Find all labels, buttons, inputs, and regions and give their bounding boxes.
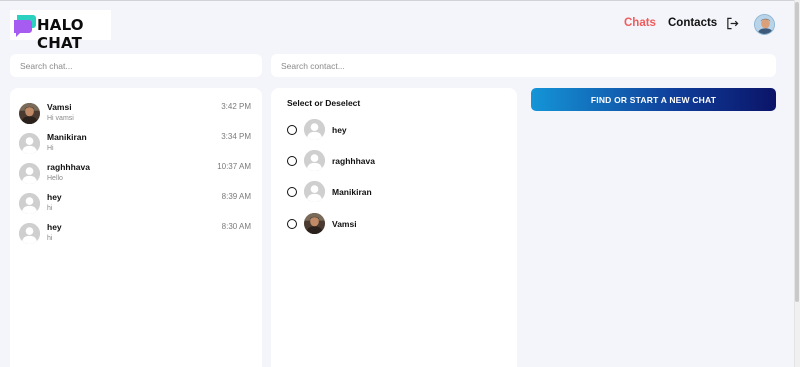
nav-contacts-link[interactable]: Contacts bbox=[668, 17, 717, 29]
chat-last-message: Hi vamsi bbox=[47, 115, 74, 122]
app-logo[interactable]: HALO CHAT bbox=[10, 10, 111, 52]
nav-chats-link[interactable]: Chats bbox=[624, 17, 656, 29]
new-chat-button[interactable]: FIND OR START A NEW CHAT bbox=[531, 88, 776, 111]
chat-item-hey-1[interactable]: hey hi 8:39 AM bbox=[10, 188, 262, 218]
contact-row-hey[interactable]: hey bbox=[271, 117, 517, 143]
contact-select-panel: Select or Deselect hey raghhhava Manikir… bbox=[271, 88, 517, 367]
select-radio[interactable] bbox=[287, 187, 297, 197]
scrollbar-thumb[interactable] bbox=[795, 2, 799, 302]
avatar bbox=[304, 213, 325, 234]
avatar bbox=[304, 119, 325, 140]
contact-name: hey bbox=[332, 125, 347, 135]
logout-icon[interactable] bbox=[726, 17, 739, 30]
select-radio[interactable] bbox=[287, 219, 297, 229]
chat-last-message: Hi bbox=[47, 145, 54, 152]
avatar bbox=[19, 163, 40, 184]
contact-row-raghhhava[interactable]: raghhhava bbox=[271, 148, 517, 174]
select-radio[interactable] bbox=[287, 156, 297, 166]
header: HALO CHAT Chats Contacts bbox=[0, 0, 794, 52]
chat-item-raghhhava[interactable]: raghhhava Hello 10:37 AM bbox=[10, 158, 262, 188]
user-avatar-image bbox=[755, 15, 774, 34]
chat-list-panel: Vamsi Hi vamsi 3:42 PM Manikiran Hi 3:34… bbox=[10, 88, 262, 367]
chat-time: 8:30 AM bbox=[221, 222, 251, 231]
search-contact-input[interactable] bbox=[271, 54, 776, 77]
select-panel-title: Select or Deselect bbox=[287, 98, 361, 108]
avatar bbox=[19, 103, 40, 124]
chat-time: 3:34 PM bbox=[221, 132, 251, 141]
chat-name: Vamsi bbox=[47, 102, 72, 112]
select-radio[interactable] bbox=[287, 125, 297, 135]
chat-item-manikiran[interactable]: Manikiran Hi 3:34 PM bbox=[10, 128, 262, 158]
user-avatar[interactable] bbox=[754, 14, 775, 35]
chat-name: hey bbox=[47, 192, 62, 202]
avatar bbox=[304, 150, 325, 171]
chat-name: Manikiran bbox=[47, 132, 87, 142]
chat-item-vamsi[interactable]: Vamsi Hi vamsi 3:42 PM bbox=[10, 98, 262, 128]
avatar bbox=[19, 133, 40, 154]
chat-time: 8:39 AM bbox=[221, 192, 251, 201]
contact-row-vamsi[interactable]: Vamsi bbox=[271, 211, 517, 237]
chat-last-message: hi bbox=[47, 235, 53, 242]
contact-name: raghhhava bbox=[332, 156, 375, 166]
chat-time: 10:37 AM bbox=[217, 162, 251, 171]
chat-item-hey-2[interactable]: hey hi 8:30 AM bbox=[10, 218, 262, 248]
chat-last-message: hi bbox=[47, 205, 53, 212]
chat-bubbles-icon bbox=[14, 15, 36, 37]
chat-name: raghhhava bbox=[47, 162, 90, 172]
contact-row-manikiran[interactable]: Manikiran bbox=[271, 179, 517, 205]
search-chat-input[interactable] bbox=[10, 54, 262, 77]
app-name: HALO CHAT bbox=[37, 16, 84, 52]
avatar bbox=[304, 181, 325, 202]
avatar bbox=[19, 223, 40, 244]
chat-time: 3:42 PM bbox=[221, 102, 251, 111]
chat-last-message: Hello bbox=[47, 175, 63, 182]
contact-name: Manikiran bbox=[332, 187, 372, 197]
avatar bbox=[19, 193, 40, 214]
contact-name: Vamsi bbox=[332, 219, 357, 229]
chat-name: hey bbox=[47, 222, 62, 232]
page-scrollbar[interactable] bbox=[794, 0, 800, 367]
